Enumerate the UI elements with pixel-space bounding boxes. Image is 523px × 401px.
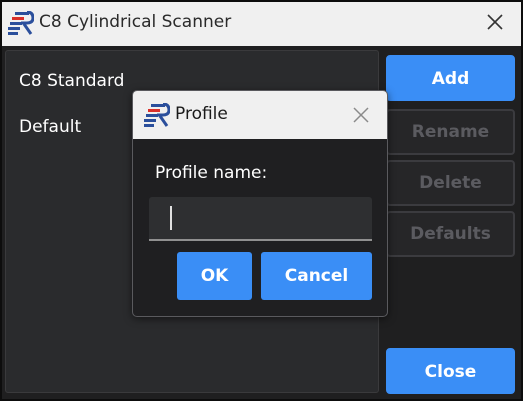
list-item[interactable]: Default: [19, 117, 81, 137]
cancel-button[interactable]: Cancel: [261, 252, 372, 300]
profile-dialog: Profile Profile name: OK Cancel: [132, 90, 388, 317]
close-button[interactable]: Close: [386, 348, 515, 394]
title-bar: C8 Cylindrical Scanner: [2, 2, 521, 46]
app-logo-icon: [144, 102, 171, 131]
add-button[interactable]: Add: [386, 55, 515, 101]
list-item[interactable]: C8 Standard: [19, 71, 124, 91]
dialog-title: Profile: [175, 104, 228, 124]
defaults-button[interactable]: Defaults: [386, 211, 515, 257]
profile-name-input[interactable]: [149, 197, 372, 241]
ok-button[interactable]: OK: [177, 252, 252, 300]
delete-button[interactable]: Delete: [386, 160, 515, 206]
text-caret: [170, 206, 172, 230]
main-window: C8 Cylindrical Scanner C8 Standard Defau…: [0, 0, 523, 401]
profile-name-label: Profile name:: [155, 163, 268, 183]
close-icon[interactable]: [483, 10, 507, 34]
rename-button[interactable]: Rename: [386, 109, 515, 155]
window-title: C8 Cylindrical Scanner: [39, 12, 232, 32]
close-icon[interactable]: [351, 105, 371, 125]
dialog-title-bar: Profile: [133, 91, 387, 139]
app-logo-icon: [8, 10, 35, 39]
